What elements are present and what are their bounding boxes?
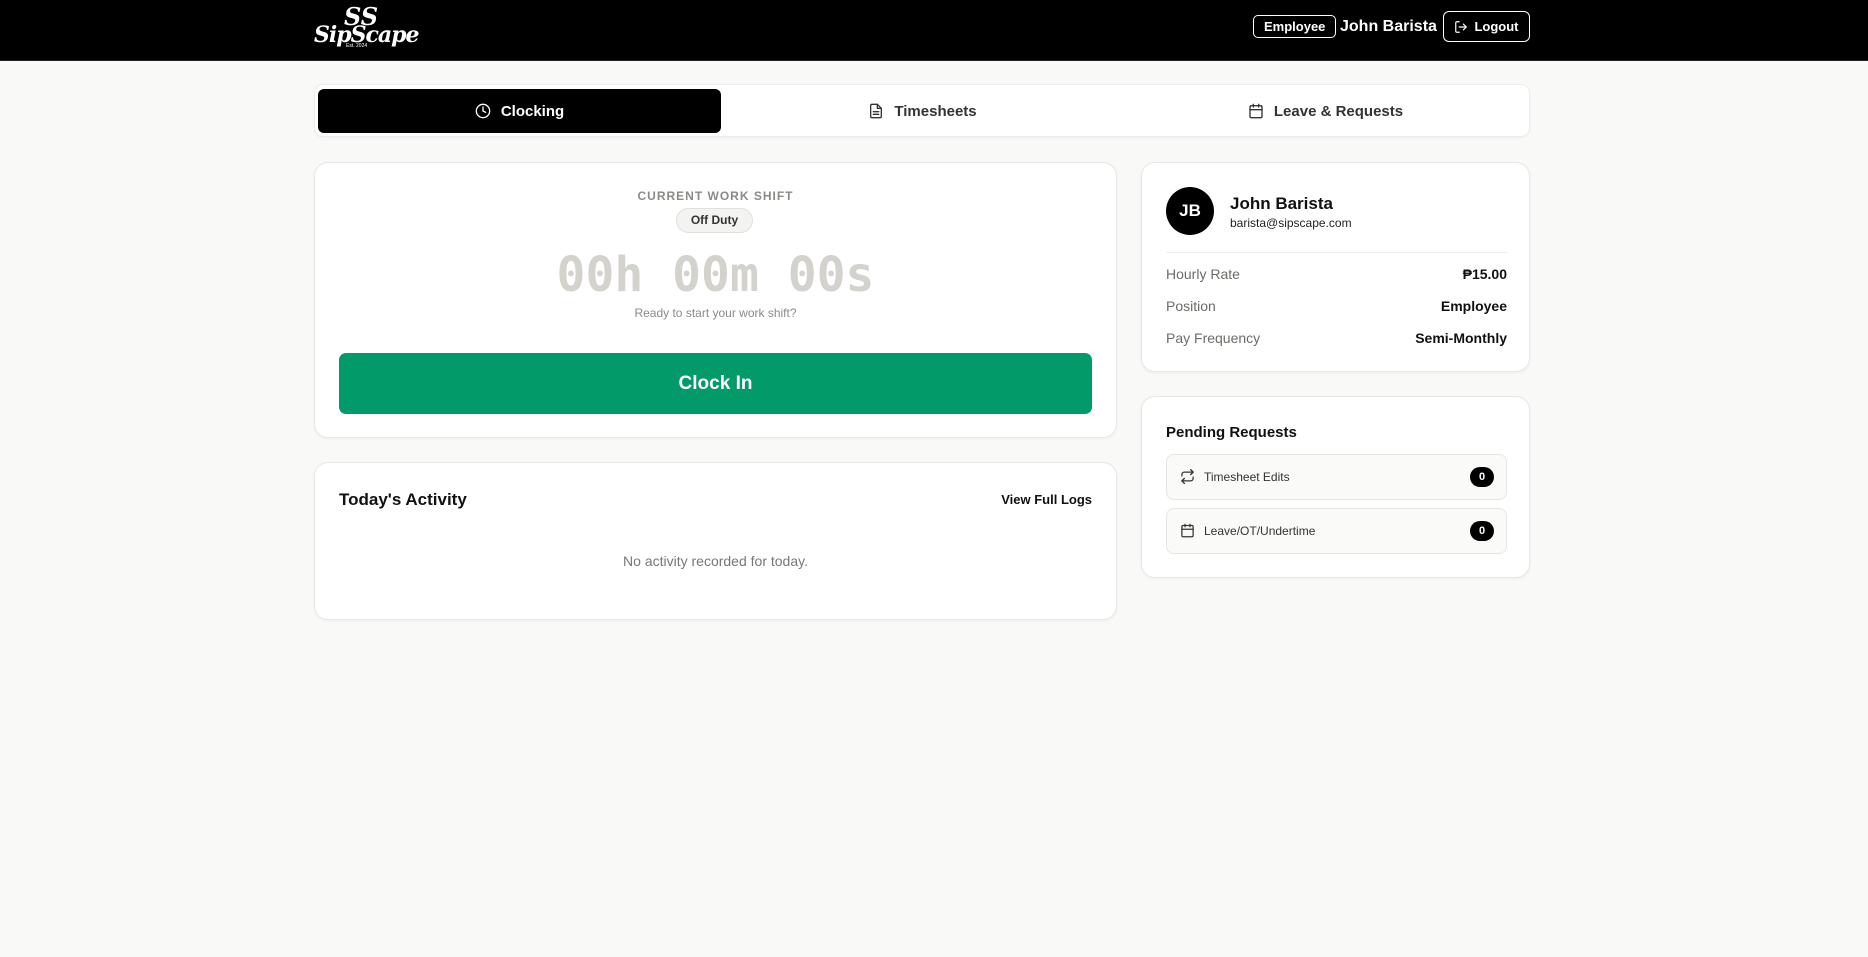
info-row-pay-frequency: Pay Frequency Semi-Monthly (1166, 328, 1507, 348)
activity-empty-text: No activity recorded for today. (623, 553, 808, 569)
request-label: Timesheet Edits (1204, 470, 1290, 484)
profile-card: JB John Barista barista@sipscape.com Hou… (1141, 162, 1530, 372)
sipscape-logo[interactable]: SS SipScape Est. 2024 (312, 5, 420, 50)
current-shift-card: CURRENT WORK SHIFT Off Duty 00h 00m 00s … (314, 162, 1117, 438)
calendar-icon (1249, 103, 1263, 119)
logo-est-text: Est. 2024 (346, 43, 368, 49)
clock-in-button[interactable]: Clock In (339, 353, 1092, 414)
request-row-timesheet-edits[interactable]: Timesheet Edits 0 (1166, 454, 1507, 500)
header-user-name: John Barista (1340, 18, 1437, 35)
document-icon (870, 103, 883, 119)
tab-clocking[interactable]: Clocking (318, 89, 721, 133)
profile-name: John Barista (1230, 194, 1333, 213)
profile-email: barista@sipscape.com (1230, 216, 1352, 230)
clock-icon (475, 103, 491, 119)
info-row-hourly-rate: Hourly Rate ₱15.00 (1166, 264, 1507, 284)
tab-label: Timesheets (894, 102, 977, 120)
logout-label: Logout (1474, 19, 1519, 34)
info-row-position: Position Employee (1166, 296, 1507, 316)
info-key: Hourly Rate (1166, 266, 1240, 282)
info-value: Semi-Monthly (1415, 330, 1507, 346)
avatar: JB (1166, 187, 1214, 235)
status-badge: Off Duty (676, 208, 753, 233)
info-key: Position (1166, 298, 1216, 314)
swap-arrows-icon (1181, 469, 1194, 484)
shift-timer: 00h 00m 00s (556, 247, 875, 303)
request-label: Leave/OT/Undertime (1204, 524, 1316, 538)
request-row-leave-ot-undertime[interactable]: Leave/OT/Undertime 0 (1166, 508, 1507, 554)
logout-icon (1455, 20, 1468, 33)
profile-divider (1166, 252, 1507, 253)
request-count-badge: 0 (1470, 467, 1494, 487)
info-value: ₱15.00 (1462, 266, 1507, 282)
calendar-icon (1181, 523, 1194, 538)
view-full-logs-link[interactable]: View Full Logs (1001, 492, 1092, 507)
info-value: Employee (1440, 298, 1507, 314)
shift-hint: Ready to start your work shift? (634, 306, 797, 320)
pending-title: Pending Requests (1166, 424, 1297, 441)
pending-requests-card: Pending Requests Timesheet Edits 0 Leave… (1141, 396, 1530, 578)
role-badge: Employee (1253, 15, 1337, 38)
info-key: Pay Frequency (1166, 330, 1261, 346)
main-tabs: Clocking Timesheets Leave & Requests (314, 84, 1530, 137)
tab-label: Clocking (500, 102, 565, 120)
activity-title: Today's Activity (339, 490, 467, 509)
tab-label: Leave & Requests (1273, 102, 1404, 120)
top-navbar: SS SipScape Est. 2024 Employee John Bari… (0, 0, 1868, 61)
request-count-badge: 0 (1470, 521, 1494, 541)
tab-timesheets[interactable]: Timesheets (721, 89, 1124, 133)
logout-button[interactable]: Logout (1443, 11, 1530, 42)
tab-leave-requests[interactable]: Leave & Requests (1124, 89, 1527, 133)
todays-activity-card: Today's Activity View Full Logs No activ… (314, 462, 1117, 620)
shift-label: CURRENT WORK SHIFT (637, 189, 794, 203)
